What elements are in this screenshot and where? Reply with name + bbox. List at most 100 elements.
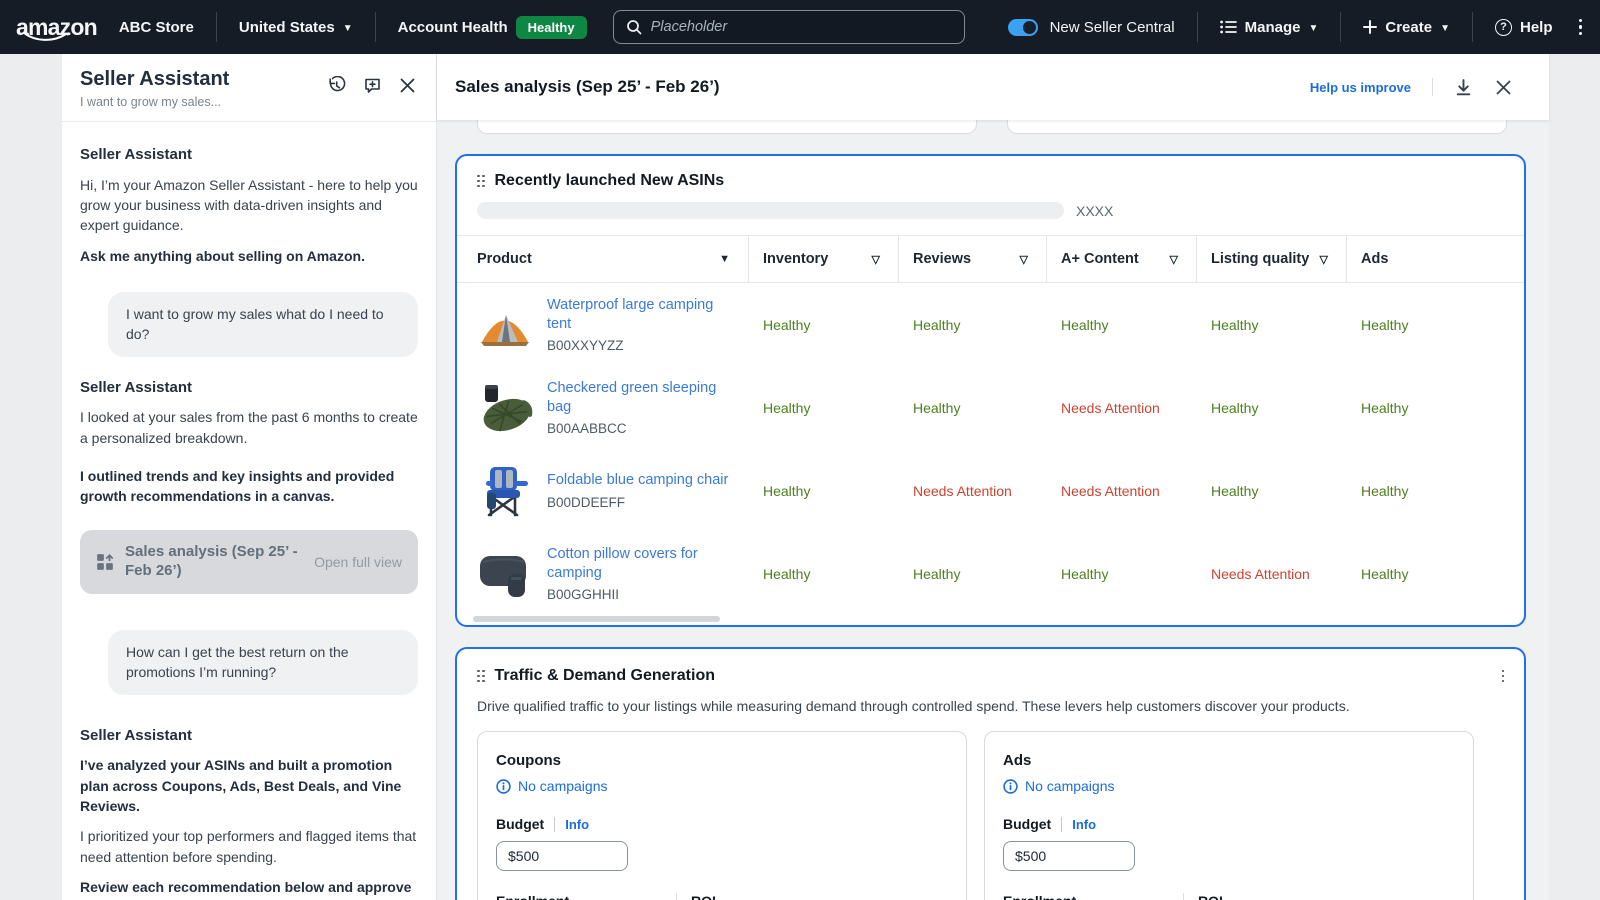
filter-icon: ▽: [1170, 253, 1178, 266]
column-reviews[interactable]: Reviews ▽: [899, 236, 1047, 282]
assistant-message: I’ve analyzed your ASINs and built a pro…: [80, 755, 418, 816]
progress-label: XXXX: [1076, 203, 1113, 219]
a-plus-status: Needs Attention: [1047, 483, 1197, 499]
inventory-status: Healthy: [749, 317, 899, 333]
card-overflow-menu[interactable]: [1502, 670, 1505, 683]
close-panel-icon[interactable]: [399, 77, 416, 94]
budget-info-link[interactable]: Info: [1072, 817, 1096, 832]
health-status-badge: Healthy: [516, 16, 587, 39]
table-row: Cotton pillow covers for camping B00GGHH…: [457, 532, 1524, 615]
traffic-card-title: Traffic & Demand Generation: [495, 667, 716, 685]
horizontal-scrollbar[interactable]: [473, 616, 720, 622]
listing-quality-status: Healthy: [1197, 483, 1347, 499]
left-gutter: [0, 54, 62, 900]
ads-status: Healthy: [1347, 483, 1524, 499]
assistant-message: Hi, I’m your Amazon Seller Assistant - h…: [80, 175, 418, 236]
help-us-improve-link[interactable]: Help us improve: [1310, 80, 1411, 95]
filter-icon: ▽: [1320, 253, 1328, 266]
product-asin: B00XXYYZZ: [547, 338, 733, 353]
coupons-card: Coupons No campaigns Budget: [477, 731, 967, 900]
help-icon: ?: [1495, 19, 1512, 36]
asins-card-title: Recently launched New ASINs: [495, 172, 725, 190]
coupons-no-campaigns-link[interactable]: No campaigns: [496, 778, 948, 794]
drag-handle-icon[interactable]: [477, 175, 485, 188]
product-link[interactable]: Foldable blue camping chair: [547, 471, 728, 490]
assistant-message: I outlined trends and key insights and p…: [80, 466, 418, 507]
global-search[interactable]: [613, 10, 965, 44]
reviews-status: Healthy: [899, 566, 1047, 582]
inventory-status: Healthy: [749, 483, 899, 499]
product-link[interactable]: Cotton pillow covers for camping: [547, 545, 733, 583]
store-name[interactable]: ABC Store: [119, 19, 194, 36]
budget-label: Budget: [1003, 816, 1051, 832]
user-message-bubble: How can I get the best return on the pro…: [108, 630, 418, 695]
inventory-status: Healthy: [749, 566, 899, 582]
sort-descending-icon: ▼: [719, 253, 730, 265]
inventory-status: Healthy: [749, 400, 899, 416]
drag-handle-icon[interactable]: [477, 670, 485, 683]
seller-assistant-panel: Seller Assistant I want to grow my sales…: [62, 54, 437, 900]
region-selector[interactable]: United States ▼: [239, 19, 353, 36]
column-listing-quality[interactable]: Listing quality ▽: [1197, 236, 1347, 282]
column-inventory[interactable]: Inventory ▽: [749, 236, 899, 282]
account-health[interactable]: Account Health Healthy: [398, 16, 587, 39]
search-icon: [626, 19, 642, 35]
new-chat-icon[interactable]: [363, 76, 382, 95]
assistant-message: Ask me anything about selling on Amazon.: [80, 246, 418, 266]
budget-info-link[interactable]: Info: [565, 817, 589, 832]
amazon-logo[interactable]: amazon: [16, 16, 119, 39]
help-menu[interactable]: ? Help: [1495, 19, 1553, 36]
canvas-scroll-area[interactable]: Recently launched New ASINs XXXX Product…: [437, 120, 1549, 900]
info-icon: [496, 779, 511, 794]
roi-label: ROI: [691, 893, 948, 900]
ads-no-campaigns-link[interactable]: No campaigns: [1003, 778, 1455, 794]
chevron-down-icon: ▼: [1440, 23, 1450, 34]
ads-status: Healthy: [1347, 317, 1524, 333]
download-icon[interactable]: [1454, 78, 1473, 97]
main-area: Sales analysis (Sep 25’ - Feb 26’) Help …: [437, 54, 1600, 900]
nav-overflow-menu[interactable]: [1579, 19, 1583, 36]
column-a-plus-content[interactable]: A+ Content ▽: [1047, 236, 1197, 282]
listing-quality-status: Needs Attention: [1197, 566, 1347, 582]
create-menu[interactable]: Create ▼: [1363, 19, 1450, 36]
header-divider: [1432, 78, 1433, 96]
reviews-status: Healthy: [899, 400, 1047, 416]
history-icon[interactable]: [327, 76, 346, 95]
chevron-down-icon: ▼: [1308, 23, 1318, 34]
page-body: Seller Assistant I want to grow my sales…: [0, 54, 1600, 900]
coupons-title: Coupons: [496, 752, 948, 769]
assistant-header: Seller Assistant I want to grow my sales…: [62, 54, 436, 122]
ads-status: Healthy: [1347, 566, 1524, 582]
ads-card: Ads No campaigns Budget: [984, 731, 1474, 900]
seller-central-toggle[interactable]: [1008, 19, 1038, 36]
partial-card: [477, 120, 977, 134]
open-full-view-button[interactable]: Open full view: [314, 552, 402, 572]
new-seller-central-toggle-group: New Seller Central: [1008, 19, 1175, 36]
canvas-title: Sales analysis (Sep 25’ - Feb 26’): [455, 77, 720, 97]
traffic-card-description: Drive qualified traffic to your listings…: [477, 698, 1504, 714]
ads-budget-input[interactable]: [1003, 841, 1135, 871]
column-ads[interactable]: Ads: [1347, 236, 1524, 282]
reviews-status: Needs Attention: [899, 483, 1047, 499]
assistant-message-heading: Seller Assistant: [80, 144, 418, 166]
asins-table-header: Product ▼ Inventory ▽ Reviews ▽ A+ Con: [457, 235, 1524, 283]
sales-analysis-canvas-chip[interactable]: Sales analysis (Sep 25’ - Feb 26’) Open …: [80, 530, 418, 594]
table-row: Foldable blue camping chair B00DDEEFF He…: [457, 449, 1524, 532]
ads-status: Healthy: [1347, 400, 1524, 416]
product-image-pillow: [477, 548, 533, 600]
assistant-conversation: Seller Assistant Hi, I’m your Amazon Sel…: [62, 122, 436, 900]
plus-icon: [1363, 20, 1377, 34]
assistant-message-heading: Seller Assistant: [80, 725, 418, 747]
product-link[interactable]: Checkered green sleeping bag: [547, 379, 733, 417]
canvas-icon: [96, 553, 114, 571]
canvas-chip-label: Sales analysis (Sep 25’ - Feb 26’): [125, 543, 303, 581]
scrolled-cards: [455, 120, 1526, 134]
product-link[interactable]: Waterproof large camping tent: [547, 296, 733, 334]
coupons-budget-input[interactable]: [496, 841, 628, 871]
manage-menu[interactable]: Manage ▼: [1220, 19, 1319, 36]
search-input[interactable]: [651, 19, 952, 35]
column-product[interactable]: Product ▼: [477, 236, 749, 282]
filter-icon: ▽: [872, 253, 880, 266]
close-canvas-icon[interactable]: [1495, 79, 1512, 96]
product-asin: B00GGHHII: [547, 587, 733, 602]
